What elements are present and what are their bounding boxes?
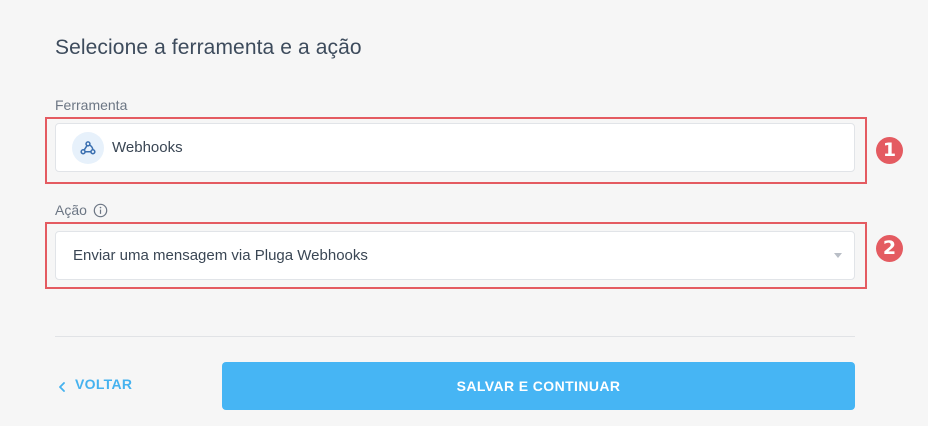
page-title: Selecione a ferramenta e a ação <box>55 36 362 59</box>
action-label-text: Ação <box>55 202 87 218</box>
action-select[interactable]: Enviar uma mensagem via Pluga Webhooks <box>55 231 855 280</box>
divider <box>55 336 855 337</box>
caret-down-icon <box>834 253 842 258</box>
tool-name: Webhooks <box>112 139 183 156</box>
action-value: Enviar uma mensagem via Pluga Webhooks <box>73 247 368 264</box>
webhook-icon <box>72 131 104 164</box>
back-button[interactable]: VOLTAR <box>58 376 132 392</box>
step-badge-1: 1 <box>876 137 903 164</box>
tool-field-label: Ferramenta <box>55 97 128 113</box>
tool-select[interactable]: Webhooks <box>55 123 855 172</box>
info-icon[interactable] <box>93 203 108 218</box>
step-badge-2: 2 <box>876 235 903 262</box>
action-field-label: Ação <box>55 202 108 218</box>
back-label: VOLTAR <box>75 376 133 392</box>
save-and-continue-button[interactable]: SALVAR E CONTINUAR <box>222 362 855 410</box>
chevron-left-icon <box>58 379 66 392</box>
